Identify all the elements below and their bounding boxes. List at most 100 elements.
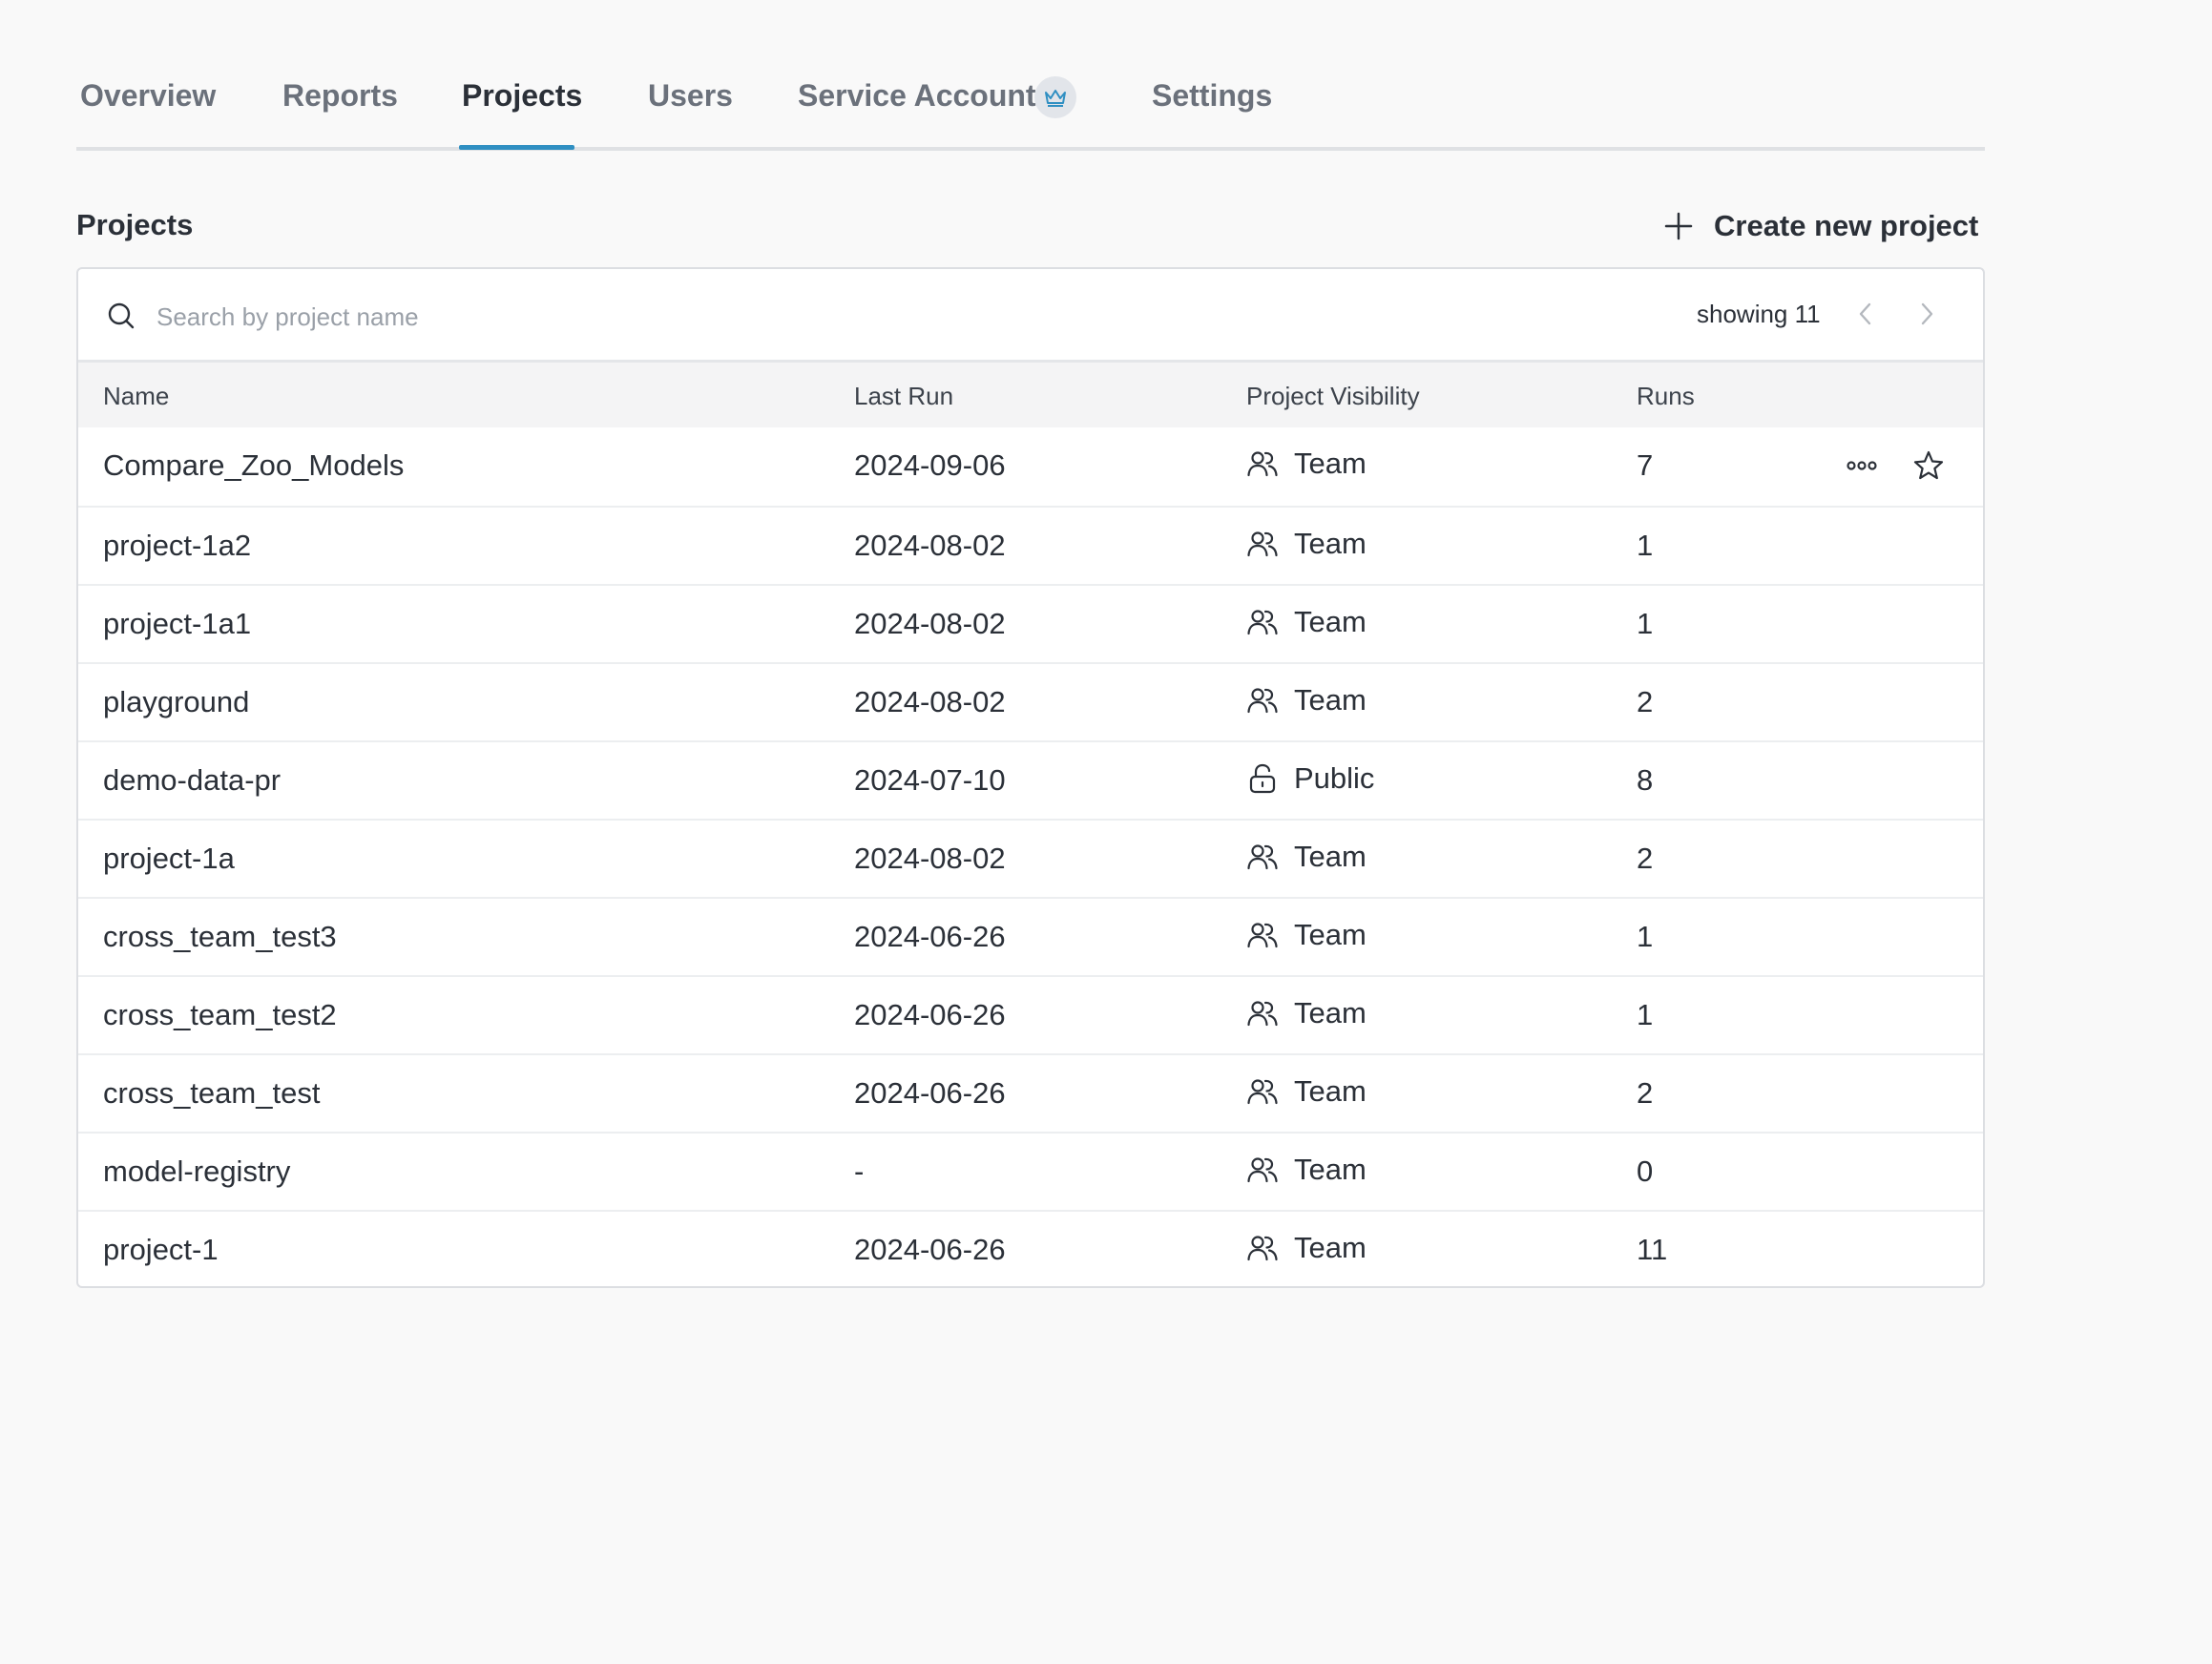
project-visibility: Team	[1246, 683, 1367, 718]
visibility-label: Team	[1294, 527, 1367, 560]
project-visibility: Team	[1246, 996, 1367, 1030]
tab-projects[interactable]: Projects	[462, 74, 582, 147]
last-run-date: 2024-06-26	[854, 1233, 1006, 1266]
create-new-project-button[interactable]: Create new project	[1664, 202, 1978, 250]
last-run-date: 2024-06-26	[854, 998, 1006, 1031]
results-count: showing 11	[1697, 300, 1821, 328]
team-icon	[1247, 923, 1278, 948]
table-row[interactable]: project-1a2 2024-08-02 Team 1	[78, 506, 1983, 584]
visibility-label: Team	[1294, 447, 1367, 480]
run-count: 1	[1637, 920, 1654, 953]
project-name-link[interactable]: Compare_Zoo_Models	[103, 448, 404, 483]
team-icon	[1247, 688, 1278, 714]
crown-icon	[1034, 76, 1076, 118]
team-icon	[1247, 1236, 1278, 1261]
project-name-link[interactable]: project-1a	[103, 842, 235, 876]
team-icon	[1247, 451, 1278, 477]
project-name-link[interactable]: model-registry	[103, 1154, 290, 1189]
team-icon	[1247, 1079, 1278, 1105]
run-count: 1	[1637, 607, 1654, 640]
tab-overview[interactable]: Overview	[80, 74, 216, 147]
table-row[interactable]: demo-data-pr 2024-07-10 Public 8	[78, 740, 1983, 819]
run-count: 11	[1637, 1233, 1668, 1266]
last-run-date: 2024-08-02	[854, 685, 1006, 718]
project-visibility: Team	[1246, 840, 1367, 874]
chevron-left-icon[interactable]	[1851, 300, 1880, 328]
tab-service-accounts[interactable]: Service Accounts	[798, 74, 1053, 147]
project-visibility: Team	[1246, 527, 1367, 561]
chevron-right-icon[interactable]	[1912, 300, 1941, 328]
table-row[interactable]: playground 2024-08-02 Team 2	[78, 662, 1983, 740]
project-name-link[interactable]: project-1a2	[103, 529, 251, 563]
team-icon	[1247, 1157, 1278, 1183]
team-icon	[1247, 844, 1278, 870]
visibility-label: Team	[1294, 996, 1367, 1030]
column-header-runs[interactable]: Runs	[1637, 382, 1695, 411]
active-tab-indicator	[459, 145, 574, 150]
table-row[interactable]: project-1 2024-06-26 Team 11	[78, 1210, 1983, 1286]
search-input[interactable]	[155, 292, 1113, 342]
last-run-date: 2024-06-26	[854, 920, 1006, 953]
tab-reports[interactable]: Reports	[282, 74, 398, 147]
table-row[interactable]: Compare_Zoo_Models 2024-09-06 Team 7	[78, 427, 1983, 506]
visibility-label: Team	[1294, 605, 1367, 638]
run-count: 1	[1637, 529, 1654, 562]
project-name-link[interactable]: cross_team_test2	[103, 998, 337, 1032]
table-row[interactable]: cross_team_test2 2024-06-26 Team 1	[78, 975, 1983, 1053]
column-header-name[interactable]: Name	[103, 382, 169, 411]
project-name-link[interactable]: demo-data-pr	[103, 763, 281, 798]
visibility-label: Team	[1294, 840, 1367, 873]
team-icon	[1247, 610, 1278, 635]
project-name-link[interactable]: playground	[103, 685, 249, 719]
page-title: Projects	[76, 208, 194, 241]
table-row[interactable]: model-registry - Team 0	[78, 1132, 1983, 1210]
team-icon	[1247, 1001, 1278, 1027]
run-count: 2	[1637, 1076, 1654, 1110]
run-count: 2	[1637, 685, 1654, 718]
visibility-label: Team	[1294, 918, 1367, 951]
visibility-label: Team	[1294, 683, 1367, 717]
project-visibility: Team	[1246, 1074, 1367, 1109]
run-count: 2	[1637, 842, 1654, 875]
project-visibility: Team	[1246, 1153, 1367, 1187]
project-name-link[interactable]: cross_team_test	[103, 1076, 320, 1111]
run-count: 8	[1637, 763, 1654, 797]
project-name-link[interactable]: cross_team_test3	[103, 920, 337, 954]
project-name-link[interactable]: project-1	[103, 1233, 219, 1267]
column-header-last-run[interactable]: Last Run	[854, 382, 953, 411]
run-count: 0	[1637, 1154, 1654, 1188]
visibility-label: Team	[1294, 1074, 1367, 1108]
project-name-link[interactable]: project-1a1	[103, 607, 251, 641]
tab-settings[interactable]: Settings	[1152, 74, 1272, 147]
projects-table-panel: showing 11 Name Last Run Project Visibil…	[76, 267, 1985, 1288]
run-count: 7	[1637, 448, 1654, 482]
table-row[interactable]: cross_team_test3 2024-06-26 Team 1	[78, 897, 1983, 975]
table-row[interactable]: project-1a1 2024-08-02 Team 1	[78, 584, 1983, 662]
last-run-date: 2024-08-02	[854, 607, 1006, 640]
project-visibility: Team	[1246, 447, 1367, 481]
table-row[interactable]: cross_team_test 2024-06-26 Team 2	[78, 1053, 1983, 1132]
visibility-label: Public	[1294, 761, 1375, 795]
table-header: Name Last Run Project Visibility Runs	[78, 363, 1983, 427]
last-run-date: -	[854, 1154, 865, 1188]
project-visibility: Public	[1246, 761, 1374, 796]
last-run-date: 2024-08-02	[854, 842, 1006, 875]
table-row[interactable]: project-1a 2024-08-02 Team 2	[78, 819, 1983, 897]
last-run-date: 2024-06-26	[854, 1076, 1006, 1110]
last-run-date: 2024-07-10	[854, 763, 1006, 797]
tab-bar: Overview Reports Projects Users Service …	[76, 57, 1985, 151]
visibility-label: Team	[1294, 1231, 1367, 1264]
last-run-date: 2024-08-02	[854, 529, 1006, 562]
star-icon[interactable]	[1911, 448, 1946, 483]
last-run-date: 2024-09-06	[854, 448, 1006, 482]
project-visibility: Team	[1246, 605, 1367, 639]
project-visibility: Team	[1246, 1231, 1367, 1265]
table-body: Compare_Zoo_Models 2024-09-06 Team 7 project…	[78, 427, 1983, 1286]
create-new-project-label: Create new project	[1714, 209, 1979, 242]
plus-icon	[1664, 212, 1693, 240]
tab-users[interactable]: Users	[648, 74, 733, 147]
more-options-icon[interactable]	[1845, 448, 1879, 483]
column-header-visibility[interactable]: Project Visibility	[1246, 382, 1420, 411]
project-visibility: Team	[1246, 918, 1367, 952]
run-count: 1	[1637, 998, 1654, 1031]
